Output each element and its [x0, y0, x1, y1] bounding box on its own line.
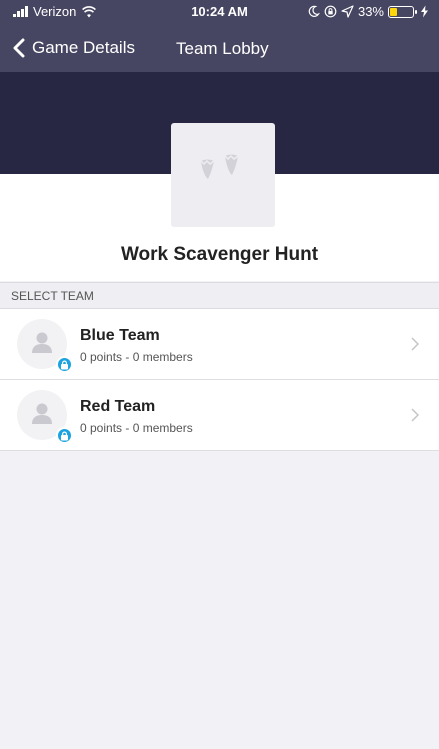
- lock-badge: [56, 427, 73, 444]
- team-name: Blue Team: [80, 327, 160, 344]
- team-name: Red Team: [80, 398, 156, 415]
- avatar: [17, 390, 73, 444]
- game-title: Work Scavenger Hunt: [120, 244, 319, 265]
- moon-icon: [308, 5, 320, 17]
- battery-icon: [388, 5, 417, 18]
- chevron-right-icon: [411, 408, 419, 422]
- battery-nub: [415, 9, 417, 14]
- avatar: [17, 319, 73, 373]
- chevron-left-icon: [13, 38, 25, 58]
- person-icon: [32, 332, 52, 353]
- team-list: Blue Team 0 points - 0 members Red Team …: [0, 309, 439, 451]
- lock-badge: [56, 356, 73, 373]
- team-row-blue[interactable]: Blue Team 0 points - 0 members: [0, 309, 439, 380]
- game-image: [171, 123, 275, 227]
- status-right: 33%: [307, 4, 431, 19]
- back-button-label: Game Details: [32, 38, 135, 57]
- team-row-red[interactable]: Red Team 0 points - 0 members: [0, 380, 439, 451]
- app-frame: Verizon 10:24 AM 33% Game Details Team L…: [0, 0, 439, 749]
- section-header: SELECT TEAM: [0, 282, 439, 309]
- person-icon: [32, 403, 52, 424]
- section-label: SELECT TEAM: [11, 289, 94, 303]
- back-button[interactable]: Game Details: [12, 38, 135, 58]
- team-meta: 0 points - 0 members: [80, 421, 193, 435]
- charging-icon: [421, 5, 428, 18]
- navigation-bar: Game Details Team Lobby: [0, 24, 439, 72]
- status-bar: Verizon 10:24 AM 33%: [0, 0, 439, 24]
- location-icon: [341, 5, 354, 18]
- footprints-icon: [200, 154, 239, 179]
- lock-icon: [61, 431, 68, 440]
- chevron-right-icon: [411, 337, 419, 351]
- page-title: Team Lobby: [176, 39, 269, 58]
- battery-percent: 33%: [357, 4, 384, 19]
- lock-icon: [61, 360, 68, 369]
- team-meta: 0 points - 0 members: [80, 350, 193, 364]
- lock-rotation-icon: [324, 5, 337, 18]
- battery-level: [390, 7, 397, 16]
